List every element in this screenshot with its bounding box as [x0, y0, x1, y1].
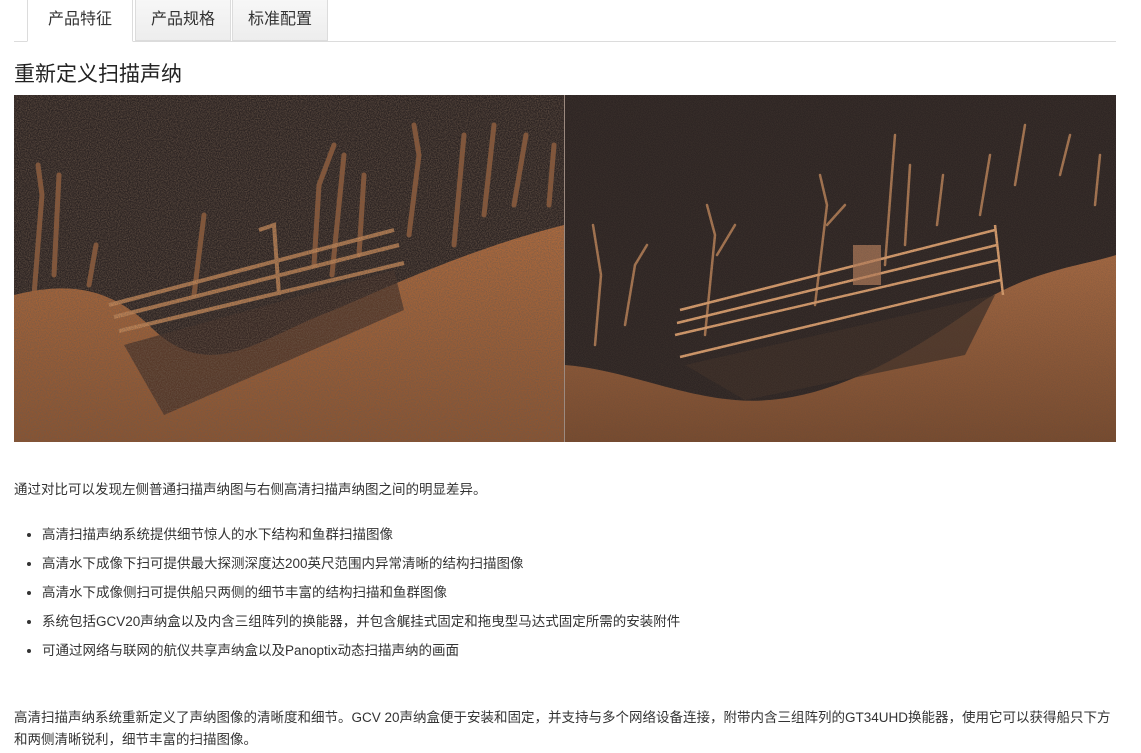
feature-list: 高清扫描声纳系统提供细节惊人的水下结构和鱼群扫描图像 高清水下成像下扫可提供最大…: [14, 524, 680, 669]
list-item: 高清水下成像下扫可提供最大探测深度达200英尺范围内异常清晰的结构扫描图像: [42, 553, 680, 582]
product-tabs: 产品特征 产品规格 标准配置: [14, 0, 1116, 42]
standard-sonar-image: [14, 95, 564, 442]
section-title: 重新定义扫描声纳: [14, 63, 182, 86]
list-item: 高清扫描声纳系统提供细节惊人的水下结构和鱼群扫描图像: [42, 524, 680, 553]
product-summary: 高清扫描声纳系统重新定义了声纳图像的清晰度和细节。GCV 20声纳盒便于安装和固…: [14, 710, 1111, 747]
list-item: 可通过网络与联网的航仪共享声纳盒以及Panoptix动态扫描声纳的画面: [42, 640, 680, 669]
list-item: 高清水下成像侧扫可提供船只两侧的细节丰富的结构扫描和鱼群图像: [42, 582, 680, 611]
sonar-comparison-image: [14, 95, 1116, 442]
tab-product-features[interactable]: 产品特征: [27, 0, 133, 42]
hd-sonar-image: [565, 95, 1116, 442]
list-item: 系统包括GCV20声纳盒以及内含三组阵列的换能器，并包含艉挂式固定和拖曳型马达式…: [42, 611, 680, 640]
tab-standard-config[interactable]: 标准配置: [232, 0, 328, 41]
tab-product-specs[interactable]: 产品规格: [135, 0, 231, 41]
comparison-caption: 通过对比可以发现左侧普通扫描声纳图与右侧高清扫描声纳图之间的明显差异。: [14, 482, 487, 497]
